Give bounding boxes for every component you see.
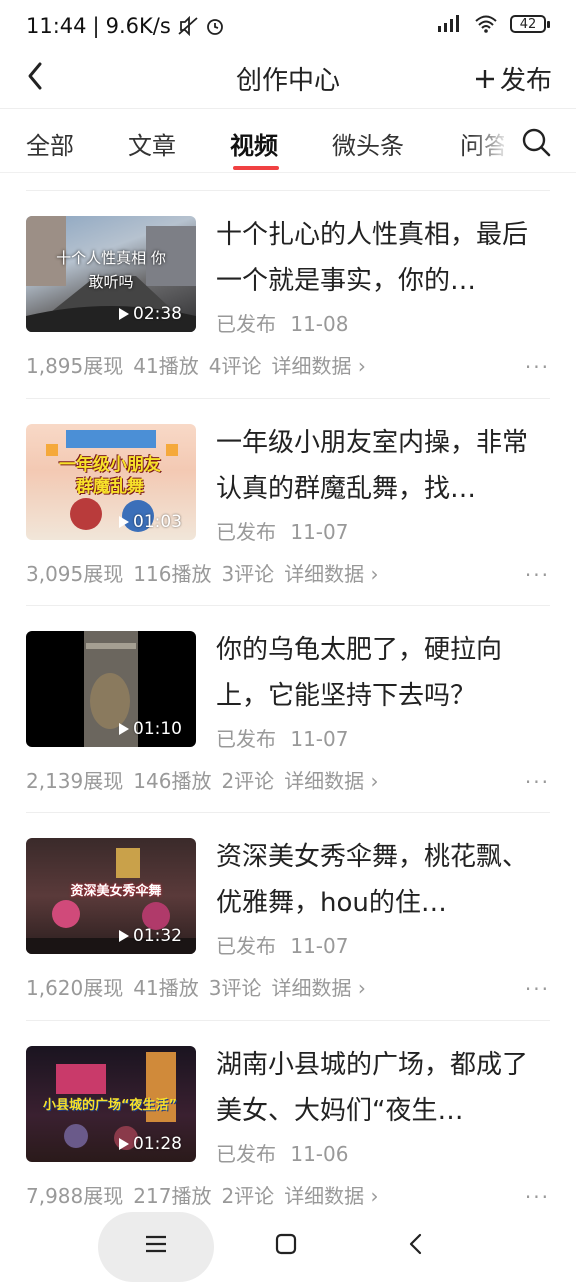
tab-videos[interactable]: 视频 — [230, 126, 278, 161]
publish-status: 已发布 — [216, 312, 276, 336]
publish-status: 已发布 — [216, 727, 276, 751]
list-item[interactable]: 资深美女秀伞舞 01:32 资深美女秀伞舞，桃花飘、优雅舞，hou的住… 已发布… — [0, 812, 576, 1012]
thumbnail-caption: 小县城的广场“夜生活” — [42, 1098, 178, 1113]
more-options-icon[interactable]: ··· — [525, 355, 550, 379]
detail-data-link[interactable]: 详细数据 › — [284, 765, 378, 794]
divider — [26, 190, 550, 191]
video-duration: 01:32 — [133, 926, 182, 946]
more-options-icon[interactable]: ··· — [525, 1185, 550, 1209]
comments: 2评论 — [221, 769, 275, 793]
menu-icon[interactable] — [142, 1230, 170, 1258]
divider — [26, 398, 550, 399]
publish-status: 已发布 — [216, 1142, 276, 1166]
chevron-right-icon: › — [357, 354, 366, 378]
comments: 3评论 — [208, 976, 262, 1000]
video-thumbnail[interactable]: 小县城的广场“夜生活” 01:28 — [26, 1046, 196, 1162]
plays: 217播放 — [133, 1184, 212, 1208]
tab-all[interactable]: 全部 — [26, 126, 74, 161]
impressions: 2,139展现 — [26, 769, 124, 793]
more-options-icon[interactable]: ··· — [525, 770, 550, 794]
chevron-right-icon: › — [370, 562, 379, 586]
video-title[interactable]: 你的乌龟太肥了，硬拉向上，它能坚持下去吗？ — [216, 627, 550, 719]
net-speed: 9.6K/s — [105, 14, 171, 38]
chevron-right-icon: › — [370, 769, 379, 793]
more-options-icon[interactable]: ··· — [525, 977, 550, 1001]
active-tab-indicator — [233, 166, 279, 170]
play-icon — [119, 516, 129, 528]
thumbnail-caption: 十个人性真相 你敢听吗 — [56, 249, 166, 291]
list-item[interactable]: 十个人性真相 你敢听吗 02:38 十个扎心的人性真相，最后一个就是事实，你的…… — [0, 190, 576, 390]
comments: 2评论 — [221, 1184, 275, 1208]
play-icon — [119, 308, 129, 320]
play-icon — [119, 1138, 129, 1150]
back-nav-icon[interactable] — [402, 1230, 430, 1258]
more-options-icon[interactable]: ··· — [525, 563, 550, 587]
detail-data-link[interactable]: 详细数据 › — [284, 1180, 378, 1209]
status-time: 11:44 — [26, 14, 87, 38]
detail-data-link[interactable]: 详细数据 › — [271, 350, 365, 379]
app-header: 创作中心 发布 — [0, 52, 576, 108]
list-item[interactable]: 01:10 你的乌龟太肥了，硬拉向上，它能坚持下去吗？ 已发布 11-07 2,… — [0, 605, 576, 805]
video-duration: 02:38 — [133, 304, 182, 324]
video-thumbnail[interactable]: 01:10 — [26, 631, 196, 747]
list-item[interactable]: 一年级小朋友 群魔乱舞 01:03 一年级小朋友室内操，非常认真的群魔乱舞，找…… — [0, 398, 576, 598]
publish-status: 已发布 — [216, 520, 276, 544]
signal-icon — [438, 15, 459, 32]
thumbnail-caption: 一年级小朋友 群魔乱舞 — [59, 455, 161, 497]
video-duration: 01:10 — [133, 719, 182, 739]
divider — [0, 172, 576, 173]
video-duration: 01:28 — [133, 1134, 182, 1154]
search-icon[interactable] — [520, 126, 552, 158]
publish-button[interactable]: 发布 — [474, 60, 552, 97]
video-title[interactable]: 一年级小朋友室内操，非常认真的群魔乱舞，找… — [216, 420, 550, 512]
divider — [26, 812, 550, 813]
detail-data-link[interactable]: 详细数据 › — [284, 558, 378, 587]
divider — [0, 108, 576, 109]
play-icon — [119, 930, 129, 942]
detail-data-link[interactable]: 详细数据 › — [271, 972, 365, 1001]
publish-date: 11-07 — [290, 520, 349, 544]
wifi-icon — [475, 15, 497, 33]
comments: 3评论 — [221, 562, 275, 586]
play-icon — [119, 723, 129, 735]
home-icon[interactable] — [272, 1230, 300, 1258]
divider — [26, 605, 550, 606]
plays: 116播放 — [133, 562, 212, 586]
publish-date: 11-06 — [290, 1142, 349, 1166]
tab-articles[interactable]: 文章 — [128, 126, 176, 161]
impressions: 3,095展现 — [26, 562, 124, 586]
publish-date: 11-07 — [290, 934, 349, 958]
publish-date: 11-08 — [290, 312, 349, 336]
publish-status: 已发布 — [216, 934, 276, 958]
video-title[interactable]: 资深美女秀伞舞，桃花飘、优雅舞，hou的住… — [216, 834, 550, 926]
status-bar: 11:44 | 9.6K/s 42 — [0, 0, 576, 52]
video-thumbnail[interactable]: 一年级小朋友 群魔乱舞 01:03 — [26, 424, 196, 540]
chevron-right-icon: › — [370, 1184, 379, 1208]
impressions: 1,895展现 — [26, 354, 124, 378]
mute-icon — [178, 16, 198, 36]
alarm-icon — [206, 19, 223, 35]
publish-label: 发布 — [499, 66, 552, 96]
video-duration: 01:03 — [133, 512, 182, 532]
video-title[interactable]: 十个扎心的人性真相，最后一个就是事实，你的… — [216, 212, 550, 304]
video-thumbnail[interactable]: 十个人性真相 你敢听吗 02:38 — [26, 216, 196, 332]
video-title[interactable]: 湖南小县城的广场，都成了美女、大妈们“夜生… — [216, 1042, 550, 1134]
tab-micro-posts[interactable]: 微头条 — [332, 126, 404, 161]
list-item[interactable]: 小县城的广场“夜生活” 01:28 湖南小县城的广场，都成了美女、大妈们“夜生…… — [0, 1020, 576, 1220]
comments: 4评论 — [208, 354, 262, 378]
divider — [26, 1020, 550, 1021]
plays: 41播放 — [133, 354, 199, 378]
video-thumbnail[interactable]: 资深美女秀伞舞 01:32 — [26, 838, 196, 954]
system-nav-bar — [0, 1208, 576, 1282]
impressions: 1,620展现 — [26, 976, 124, 1000]
plays: 41播放 — [133, 976, 199, 1000]
publish-date: 11-07 — [290, 727, 349, 751]
battery-icon: 42 — [510, 15, 550, 33]
plus-icon — [475, 69, 494, 88]
tab-fade — [470, 112, 510, 168]
impressions: 7,988展现 — [26, 1184, 124, 1208]
plays: 146播放 — [133, 769, 212, 793]
thumbnail-caption: 资深美女秀伞舞 — [70, 884, 162, 899]
chevron-right-icon: › — [357, 976, 366, 1000]
